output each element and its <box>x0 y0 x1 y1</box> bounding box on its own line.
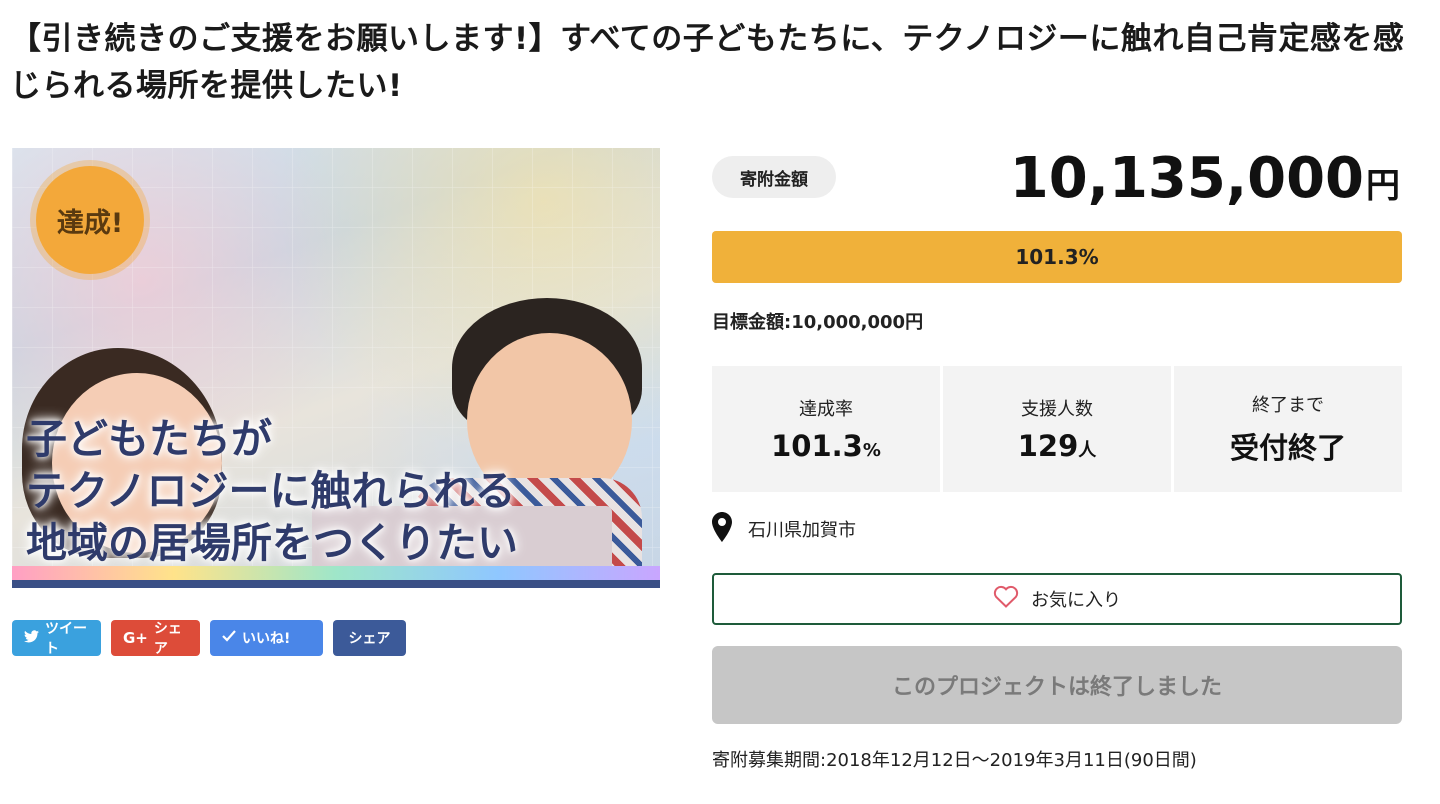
stat-achievement-rate: 達成率 101.3% <box>712 366 940 492</box>
gplus-icon: G+ <box>123 629 148 647</box>
gplus-share-button[interactable]: G+ シェア <box>111 620 200 657</box>
stat-supporters: 支援人数 129人 <box>943 366 1171 492</box>
donation-amount-value: 10,135,000 <box>1009 146 1364 211</box>
stat-rate-value-wrap: 101.3% <box>771 429 881 463</box>
stats-panel: 達成率 101.3% 支援人数 129人 終了まで 受付終了 <box>712 366 1402 492</box>
project-location: 石川県加賀市 <box>712 512 856 546</box>
heart-icon <box>993 585 1019 613</box>
hero-dark-band <box>12 580 660 588</box>
stat-rate-value: 101.3 <box>771 429 863 463</box>
check-icon <box>222 630 236 646</box>
donation-label-pill: 寄附金額 <box>712 156 836 198</box>
achieved-badge: 達成! <box>36 166 144 274</box>
map-pin-icon <box>712 512 732 546</box>
like-label: いいね! <box>242 631 291 647</box>
stat-supporters-value-wrap: 129人 <box>1018 429 1097 463</box>
stat-supporters-label: 支援人数 <box>1021 399 1093 420</box>
donation-amount-unit: 円 <box>1366 166 1400 206</box>
stat-supporters-value: 129 <box>1017 429 1079 463</box>
stat-rate-label: 達成率 <box>799 399 853 420</box>
stat-rate-unit: % <box>862 440 881 461</box>
gplus-share-label: シェア <box>153 621 182 657</box>
donation-period: 寄附募集期間:2018年12月12日〜2019年3月11日(90日間) <box>712 750 1197 771</box>
favorite-button[interactable]: お気に入り <box>712 573 1402 625</box>
stat-supporters-unit: 人 <box>1078 440 1097 461</box>
goal-amount: 目標金額:10,000,000円 <box>712 312 924 333</box>
stat-remaining: 終了まで 受付終了 <box>1174 366 1402 492</box>
facebook-share-button[interactable]: シェア <box>333 620 406 656</box>
facebook-share-label: シェア <box>348 631 391 647</box>
progress-percent: 101.3% <box>1015 245 1099 269</box>
location-text: 石川県加賀市 <box>748 520 856 541</box>
hero-caption: 子どもたちが テクノロジーに触れられる 地域の居場所をつくりたい <box>26 415 518 567</box>
project-title: 【引き続きのご支援をお願いします!】すべての子どもたちに、テクノロジーに触れ自己… <box>10 21 1405 104</box>
favorite-label: お気に入り <box>1031 590 1121 611</box>
social-share-bar: ツイート G+ シェア いいね! シェア <box>12 620 406 657</box>
stat-remaining-label: 終了まで <box>1252 395 1324 416</box>
like-button[interactable]: いいね! <box>210 620 323 656</box>
tweet-label: ツイート <box>45 621 87 657</box>
project-hero-image: 達成! 子どもたちが テクノロジーに触れられる 地域の居場所をつくりたい <box>12 148 660 588</box>
donation-amount: 10,135,000 円 <box>1010 146 1400 211</box>
stat-remaining-value: 受付終了 <box>1229 431 1346 465</box>
progress-bar: 101.3% <box>712 231 1402 283</box>
twitter-bird-icon <box>24 629 39 647</box>
project-ended-button[interactable]: このプロジェクトは終了しました <box>712 646 1402 724</box>
tweet-button[interactable]: ツイート <box>12 620 101 657</box>
